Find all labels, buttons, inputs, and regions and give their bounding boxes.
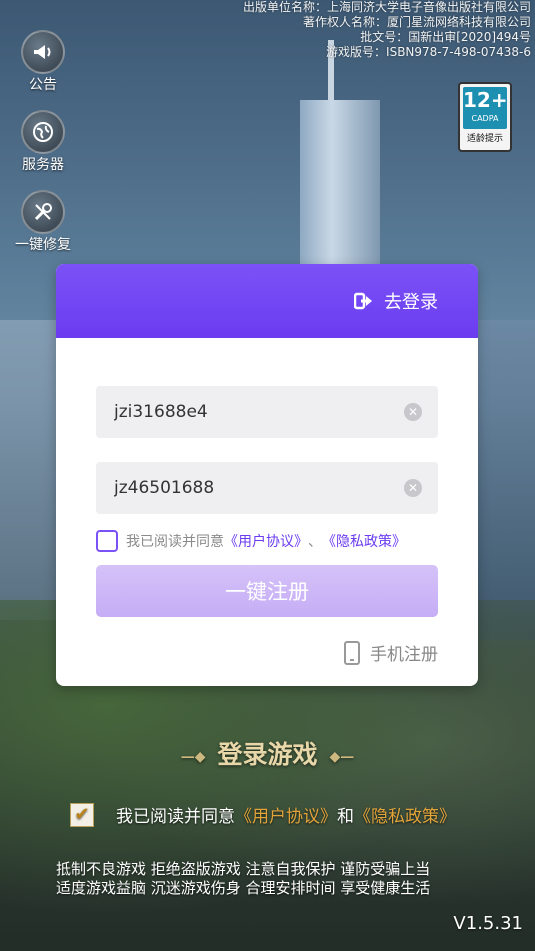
notice-label: 公告	[29, 77, 57, 93]
bottom-privacy-policy-link[interactable]: 《隐私政策》	[354, 802, 456, 827]
account-input[interactable]	[112, 401, 396, 423]
one-click-register-button[interactable]: 一键注册	[96, 565, 438, 617]
goto-login-label: 去登录	[384, 292, 438, 313]
copyright-line: 著作权人名称：厦门星流网络科技有限公司	[302, 15, 531, 29]
sign-in-icon	[354, 292, 372, 310]
age-rating-badge[interactable]: 12+ CADPA 适龄提示	[458, 82, 512, 152]
goto-login-button[interactable]: 去登录	[354, 288, 438, 314]
bottom-agree-checkbox[interactable]: ✔	[70, 802, 94, 827]
password-field[interactable]: ✕	[96, 462, 438, 514]
dialog-privacy-policy-link[interactable]: 《隐私政策》	[322, 531, 406, 551]
megaphone-icon	[21, 30, 65, 74]
server-label: 服务器	[22, 157, 64, 173]
dialog-agree-prefix: 我已阅读并同意	[126, 534, 224, 550]
server-button[interactable]: 服务器	[10, 110, 76, 174]
dialog-agreement-row: 我已阅读并同意 《用户协议》 、 《隐私政策》	[96, 530, 406, 552]
clear-password-icon[interactable]: ✕	[404, 479, 422, 497]
login-title-text: 登录游戏	[217, 740, 318, 769]
phone-register-button[interactable]: 手机注册	[344, 640, 438, 665]
health-notice-line: 适度游戏益脑 沉迷游戏伤身 合理安排时间 享受健康生活	[56, 879, 431, 897]
age-rating-number: 12+	[463, 88, 508, 112]
bottom-agreement-row: ✔ 我已阅读并同意 《用户协议》 和 《隐私政策》	[70, 802, 456, 827]
bottom-agree-and: 和	[337, 807, 354, 827]
age-rating-org: CADPA	[471, 114, 499, 123]
account-field[interactable]: ✕	[96, 386, 438, 438]
isbn-line: 游戏版号：ISBN978-7-498-07438-6	[326, 45, 531, 59]
phone-icon	[344, 640, 360, 665]
dialog-agree-separator: 、	[308, 534, 322, 550]
bottom-agree-prefix: 我已阅读并同意	[116, 807, 235, 827]
password-input[interactable]	[112, 477, 396, 499]
wrench-icon	[21, 190, 65, 234]
background-building-right	[475, 320, 535, 640]
dialog-agree-checkbox[interactable]	[96, 530, 118, 552]
approval-line: 批文号：国新出审[2020]494号	[360, 30, 531, 44]
age-rating-tip: 适龄提示	[466, 134, 503, 144]
login-game-title: —◆ 登录游戏 ◆—	[0, 735, 535, 771]
phone-register-label: 手机注册	[370, 645, 438, 665]
bottom-user-agreement-link[interactable]: 《用户协议》	[235, 802, 337, 827]
globe-icon	[21, 110, 65, 154]
clear-account-icon[interactable]: ✕	[404, 403, 422, 421]
dialog-header: 去登录	[56, 264, 478, 338]
notice-button[interactable]: 公告	[10, 30, 76, 94]
repair-button[interactable]: 一键修复	[10, 190, 76, 254]
register-dialog: 去登录 ✕ ✕ 我已阅读并同意 《用户协议》 、 《隐私政策》 一键注册 手机注…	[56, 264, 478, 686]
health-gaming-notice: 抵制不良游戏 拒绝盗版游戏 注意自我保护 谨防受骗上当 适度游戏益脑 沉迷游戏伤…	[56, 860, 430, 898]
right-ornament-icon: ◆—	[329, 748, 355, 765]
version-label: V1.5.31	[453, 913, 523, 934]
publisher-info: 出版单位名称：上海同济大学电子音像出版社有限公司 著作权人名称：厦门星流网络科技…	[243, 0, 531, 60]
publisher-line: 出版单位名称：上海同济大学电子音像出版社有限公司	[242, 0, 531, 14]
repair-label: 一键修复	[15, 237, 71, 253]
background-building-left	[0, 320, 60, 620]
health-notice-line: 抵制不良游戏 拒绝盗版游戏 注意自我保护 谨防受骗上当	[56, 860, 431, 878]
dialog-user-agreement-link[interactable]: 《用户协议》	[224, 531, 308, 551]
left-ornament-icon: —◆	[180, 748, 206, 765]
